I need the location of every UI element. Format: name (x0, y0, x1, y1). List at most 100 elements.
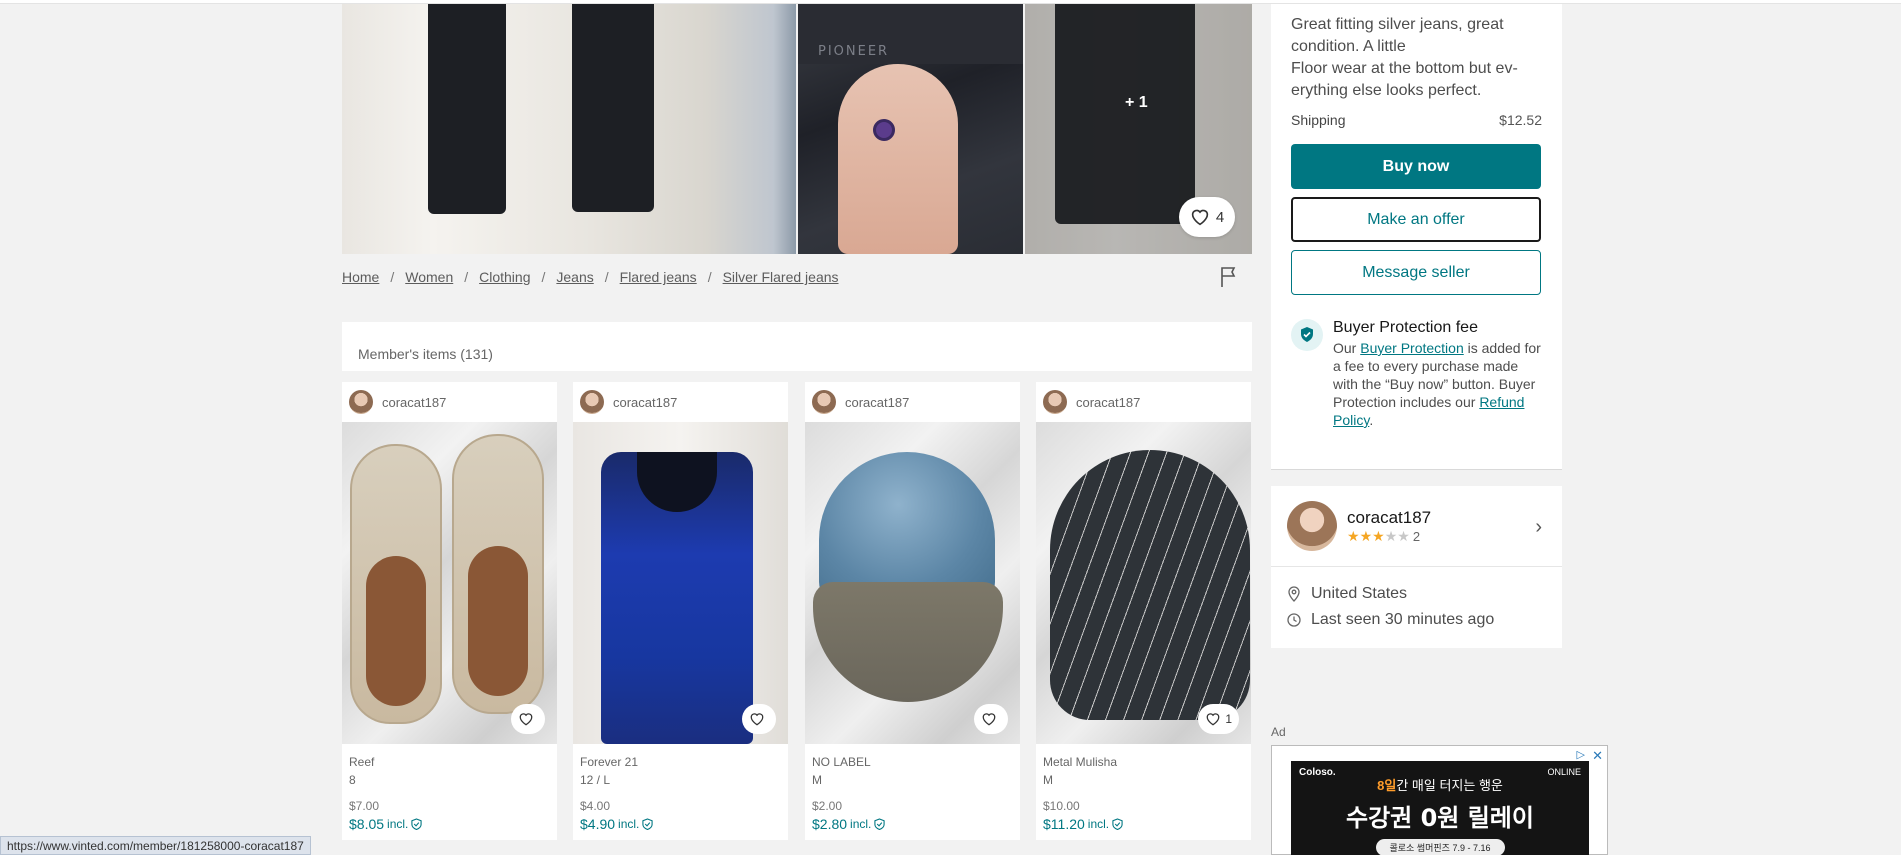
buy-now-button[interactable]: Buy now (1291, 144, 1541, 189)
ring-image (873, 119, 895, 141)
star-filled-icon: ★ (1347, 527, 1360, 544)
seller-rating: ★★★★★ 2 (1347, 528, 1431, 545)
more-photos-count: + 1 (1125, 94, 1148, 111)
seller-location-row: United States (1287, 581, 1546, 607)
divider (1271, 469, 1562, 470)
card-price-incl: $11.20 incl. (1043, 815, 1244, 833)
card-size: 8 (349, 773, 356, 787)
ad-online-tag: ONLINE (1547, 767, 1581, 777)
seller-last-seen: Last seen 30 minutes ago (1311, 611, 1495, 628)
shipping-value: $12.52 (1499, 112, 1542, 128)
ad-choices-icon[interactable]: ▷ (1577, 748, 1585, 761)
shoe-right-image (452, 434, 544, 714)
card-user[interactable]: coracat187 (1036, 382, 1251, 422)
card-price: $7.00 (349, 799, 380, 813)
shoe-left-image (350, 444, 442, 724)
favourite-count: 4 (1215, 208, 1225, 226)
breadcrumb: Home / Women / Clothing / Jeans / Flared jea… (342, 269, 839, 285)
ad-label: Ad (1271, 725, 1286, 739)
item-card[interactable]: coracat187 Forever 21 12 / L $4.00 $4.90… (573, 382, 788, 840)
heart-icon (982, 713, 996, 726)
photo-gallery[interactable]: PIONEER + 1 (342, 4, 1252, 254)
item-card[interactable]: coracat187 NO LABEL M $2.00 $2.80 incl. (805, 382, 1020, 840)
shield-icon (642, 818, 654, 830)
card-price: $4.00 (580, 799, 611, 813)
ad-banner[interactable]: ▷ ✕ Coloso. ONLINE 8일간 매일 터지는 행운 수강권 0원 … (1271, 745, 1608, 855)
photo-main[interactable] (342, 4, 796, 254)
breadcrumb-home[interactable]: Home (342, 269, 379, 285)
breadcrumb-jeans[interactable]: Jeans (556, 269, 593, 285)
breadcrumb-silver-flared-jeans[interactable]: Silver Flared jeans (723, 269, 839, 285)
member-items-title: Member's items (131) (358, 346, 493, 362)
card-price-incl: $4.90 incl. (580, 815, 781, 833)
card-size: M (812, 773, 822, 787)
card-price: $10.00 (1043, 799, 1080, 813)
message-seller-button[interactable]: Message seller (1291, 250, 1541, 295)
item-image[interactable] (805, 422, 1020, 744)
buyer-protection-text: Our Buyer Protection is added for a fee … (1333, 340, 1541, 428)
report-flag-icon[interactable] (1219, 266, 1239, 288)
chevron-right-icon: › (1535, 516, 1542, 538)
ad-creative[interactable]: Coloso. ONLINE 8일간 매일 터지는 행운 수강권 0원 릴레이 … (1291, 761, 1589, 855)
hand-image (838, 64, 958, 254)
item-sidebar: Great fitting silver jeans, great condit… (1271, 4, 1562, 648)
ad-line-3: 콜로소 썸머핀즈 7.9 - 7.16 (1375, 839, 1505, 855)
card-size: 12 / L (580, 773, 611, 787)
card-user[interactable]: coracat187 (342, 382, 557, 422)
photo-detail[interactable]: PIONEER (798, 4, 1023, 254)
avatar (580, 390, 604, 414)
card-user[interactable]: coracat187 (805, 382, 1020, 422)
star-filled-icon: ★ (1359, 527, 1373, 544)
heart-icon (1206, 713, 1220, 726)
card-size: M (1043, 773, 1053, 787)
card-favourite-button[interactable]: 1 (1198, 704, 1239, 734)
seller-last-seen-row: Last seen 30 minutes ago (1287, 607, 1546, 633)
card-brand: Reef (349, 755, 375, 769)
breadcrumb-women[interactable]: Women (405, 269, 453, 285)
seller-name: coracat187 (1347, 507, 1432, 527)
jeans-leg-right (572, 4, 654, 212)
heart-icon (750, 713, 764, 726)
shield-icon (411, 818, 423, 830)
star-icons: ★★★★★ (1347, 528, 1410, 544)
card-user[interactable]: coracat187 (573, 382, 788, 422)
card-price-incl: $2.80 incl. (812, 815, 1013, 833)
clock-icon (1287, 613, 1301, 627)
item-card[interactable]: coracat187 1 Metal Mulisha M $10.00 $11.… (1036, 382, 1251, 840)
cap-brim-image (813, 582, 1003, 702)
dress-image (601, 452, 753, 744)
close-icon[interactable]: ✕ (1592, 748, 1603, 764)
status-bar-url: https://www.vinted.com/member/181258000-… (0, 836, 311, 855)
hat-image (1050, 450, 1250, 720)
buyer-protection-shield-icon (1291, 319, 1323, 351)
seller-card[interactable]: coracat187 ★★★★★ 2 › (1271, 486, 1562, 566)
favourite-button[interactable]: 4 (1179, 197, 1235, 237)
breadcrumb-clothing[interactable]: Clothing (479, 269, 530, 285)
ad-brand: Coloso. (1299, 767, 1336, 778)
avatar (1043, 390, 1067, 414)
jeans-waistband: PIONEER (798, 4, 1023, 64)
card-price-incl: $8.05 incl. (349, 815, 550, 833)
jeans-leg-left (428, 4, 506, 214)
cap-crown-image (819, 452, 995, 602)
member-items-header: Member's items (131) (342, 322, 1252, 371)
buyer-protection: Buyer Protection fee Our Buyer Protectio… (1291, 319, 1542, 429)
make-offer-button[interactable]: Make an offer (1291, 197, 1541, 242)
item-image[interactable] (342, 422, 557, 744)
buyer-protection-link[interactable]: Buyer Protection (1360, 340, 1464, 356)
item-card[interactable]: coracat187 Reef 8 $7.00 $8.05 incl. (342, 382, 557, 840)
card-brand: NO LABEL (812, 755, 871, 769)
breadcrumb-flared-jeans[interactable]: Flared jeans (620, 269, 697, 285)
item-description-1: Great fitting silver jeans, great condit… (1291, 16, 1504, 55)
card-price: $2.00 (812, 799, 843, 813)
item-image[interactable]: 1 (1036, 422, 1251, 744)
seller-info: United States Last seen 30 minutes ago (1271, 566, 1562, 648)
item-image[interactable] (573, 422, 788, 744)
buyer-protection-title: Buyer Protection fee (1333, 319, 1478, 336)
card-favourite-button[interactable] (742, 704, 776, 734)
shield-icon (874, 818, 886, 830)
card-favourite-button[interactable] (974, 704, 1008, 734)
card-favourite-button[interactable] (511, 704, 545, 734)
location-pin-icon (1288, 586, 1300, 602)
item-details-panel: Great fitting silver jeans, great condit… (1271, 4, 1562, 469)
